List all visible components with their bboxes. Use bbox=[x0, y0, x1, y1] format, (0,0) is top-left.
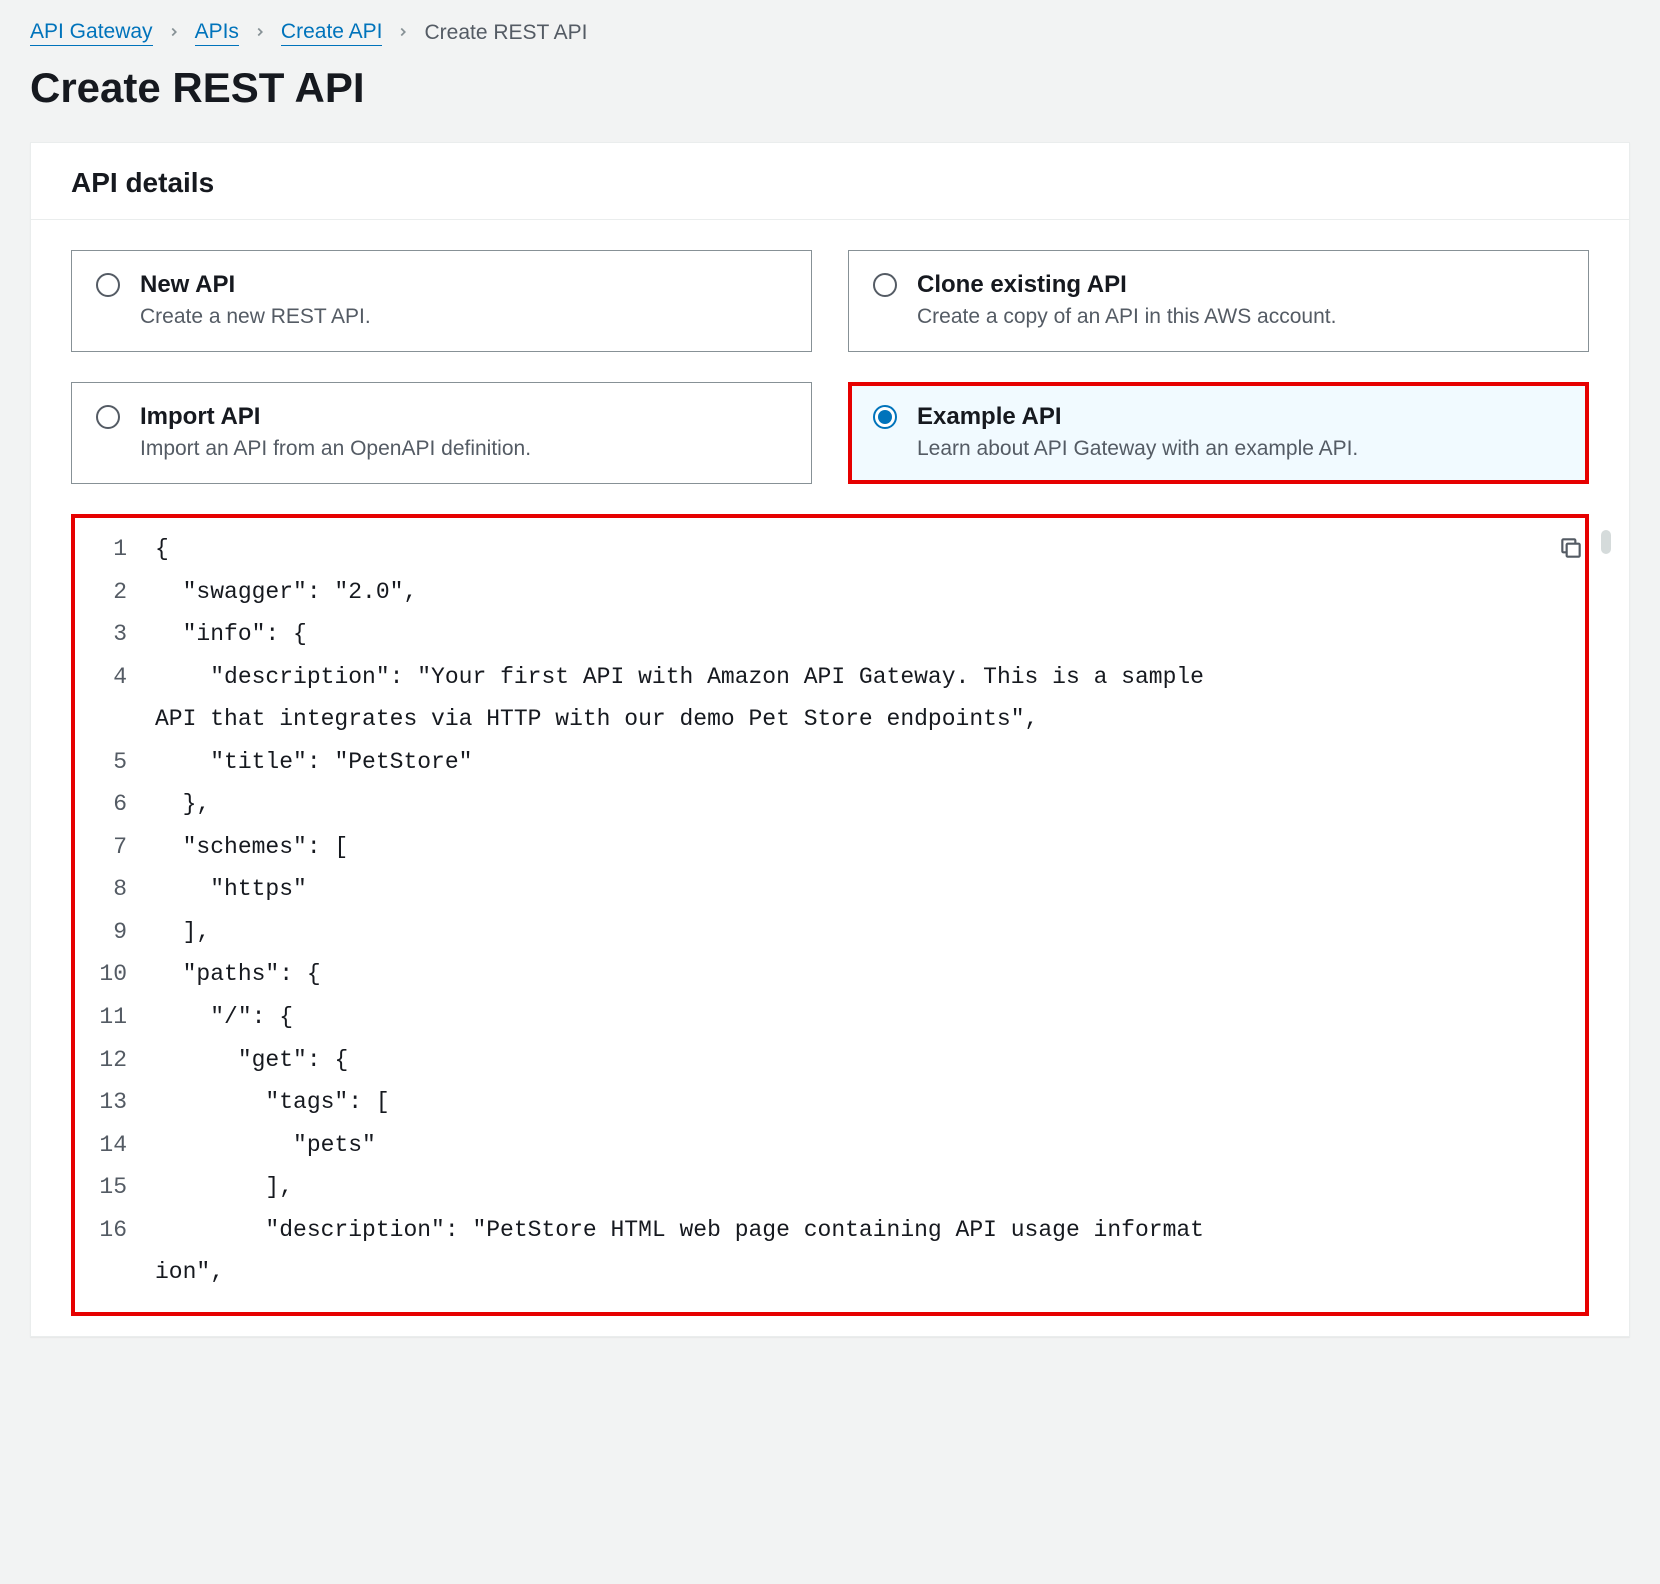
line-number: 1 bbox=[75, 528, 155, 571]
copy-button[interactable]: copy bbox=[1553, 530, 1589, 566]
breadcrumb-link-apis[interactable]: APIs bbox=[195, 20, 239, 46]
code-line: 2 "swagger": "2.0", bbox=[75, 571, 1555, 614]
code-line: 8 "https" bbox=[75, 868, 1555, 911]
breadcrumb-link-create-api[interactable]: Create API bbox=[281, 20, 383, 46]
line-number: 7 bbox=[75, 826, 155, 869]
option-import-api[interactable]: Import API Import an API from an OpenAPI… bbox=[71, 382, 812, 484]
radio-icon bbox=[96, 273, 120, 297]
panel-heading: API details bbox=[31, 143, 1629, 220]
option-title: New API bbox=[140, 271, 371, 299]
line-number: 14 bbox=[75, 1124, 155, 1167]
option-desc: Create a new REST API. bbox=[140, 305, 371, 329]
line-content: ion", bbox=[155, 1251, 1555, 1294]
line-content: "description": "Your first API with Amaz… bbox=[155, 656, 1555, 699]
code-line: 3 "info": { bbox=[75, 613, 1555, 656]
code-line: 11 "/": { bbox=[75, 996, 1555, 1039]
line-content: "info": { bbox=[155, 613, 1555, 656]
chevron-right-icon bbox=[167, 21, 181, 45]
code-line: ion", bbox=[75, 1251, 1555, 1294]
option-title: Example API bbox=[917, 403, 1358, 431]
code-line: 10 "paths": { bbox=[75, 953, 1555, 996]
line-number: 3 bbox=[75, 613, 155, 656]
line-number: 5 bbox=[75, 741, 155, 784]
code-line: 7 "schemes": [ bbox=[75, 826, 1555, 869]
line-content: "schemes": [ bbox=[155, 826, 1555, 869]
line-content: { bbox=[155, 528, 1555, 571]
breadcrumb-current: Create REST API bbox=[424, 21, 587, 45]
code-line: 15 ], bbox=[75, 1166, 1555, 1209]
code-line: 12 "get": { bbox=[75, 1039, 1555, 1082]
option-desc: Learn about API Gateway with an example … bbox=[917, 437, 1358, 461]
chevron-right-icon bbox=[396, 21, 410, 45]
option-desc: Import an API from an OpenAPI definition… bbox=[140, 437, 531, 461]
code-line: 1{ bbox=[75, 528, 1555, 571]
api-details-panel: API details New API Create a new REST AP… bbox=[30, 142, 1630, 1337]
line-content: }, bbox=[155, 783, 1555, 826]
line-number: 9 bbox=[75, 911, 155, 954]
code-line: 14 "pets" bbox=[75, 1124, 1555, 1167]
code-line: API that integrates via HTTP with our de… bbox=[75, 698, 1555, 741]
line-content: "paths": { bbox=[155, 953, 1555, 996]
line-number: 11 bbox=[75, 996, 155, 1039]
line-content: API that integrates via HTTP with our de… bbox=[155, 698, 1555, 741]
code-line: 9 ], bbox=[75, 911, 1555, 954]
line-content: "swagger": "2.0", bbox=[155, 571, 1555, 614]
line-content: "https" bbox=[155, 868, 1555, 911]
option-title: Import API bbox=[140, 403, 531, 431]
radio-icon bbox=[873, 273, 897, 297]
option-desc: Create a copy of an API in this AWS acco… bbox=[917, 305, 1336, 329]
line-number bbox=[75, 1251, 155, 1294]
line-content: "/": { bbox=[155, 996, 1555, 1039]
line-number: 15 bbox=[75, 1166, 155, 1209]
option-clone-existing-api[interactable]: Clone existing API Create a copy of an A… bbox=[848, 250, 1589, 352]
radio-icon bbox=[96, 405, 120, 429]
code-line: 5 "title": "PetStore" bbox=[75, 741, 1555, 784]
radio-icon bbox=[873, 405, 897, 429]
option-new-api[interactable]: New API Create a new REST API. bbox=[71, 250, 812, 352]
line-number: 10 bbox=[75, 953, 155, 996]
breadcrumb-link-api-gateway[interactable]: API Gateway bbox=[30, 20, 153, 46]
code-line: 16 "description": "PetStore HTML web pag… bbox=[75, 1209, 1555, 1252]
page-title: Create REST API bbox=[30, 64, 1630, 112]
line-number: 8 bbox=[75, 868, 155, 911]
line-content: "description": "PetStore HTML web page c… bbox=[155, 1209, 1555, 1252]
line-content: "pets" bbox=[155, 1124, 1555, 1167]
line-content: "title": "PetStore" bbox=[155, 741, 1555, 784]
code-line: 13 "tags": [ bbox=[75, 1081, 1555, 1124]
line-content: ], bbox=[155, 1166, 1555, 1209]
code-line: 6 }, bbox=[75, 783, 1555, 826]
line-number: 12 bbox=[75, 1039, 155, 1082]
option-example-api[interactable]: Example API Learn about API Gateway with… bbox=[848, 382, 1589, 484]
breadcrumb: API Gateway APIs Create API Create REST … bbox=[30, 20, 1630, 46]
line-number: 6 bbox=[75, 783, 155, 826]
line-number: 13 bbox=[75, 1081, 155, 1124]
scrollbar-thumb[interactable] bbox=[1601, 530, 1611, 554]
line-content: "get": { bbox=[155, 1039, 1555, 1082]
option-title: Clone existing API bbox=[917, 271, 1336, 299]
line-number: 2 bbox=[75, 571, 155, 614]
line-number: 4 bbox=[75, 656, 155, 699]
line-content: "tags": [ bbox=[155, 1081, 1555, 1124]
api-type-options: New API Create a new REST API. Clone exi… bbox=[71, 250, 1589, 484]
line-number: 16 bbox=[75, 1209, 155, 1252]
line-number bbox=[75, 698, 155, 741]
chevron-right-icon bbox=[253, 21, 267, 45]
code-line: 4 "description": "Your first API with Am… bbox=[75, 656, 1555, 699]
line-content: ], bbox=[155, 911, 1555, 954]
api-definition-code[interactable]: 1{2 "swagger": "2.0",3 "info": {4 "descr… bbox=[71, 514, 1589, 1316]
